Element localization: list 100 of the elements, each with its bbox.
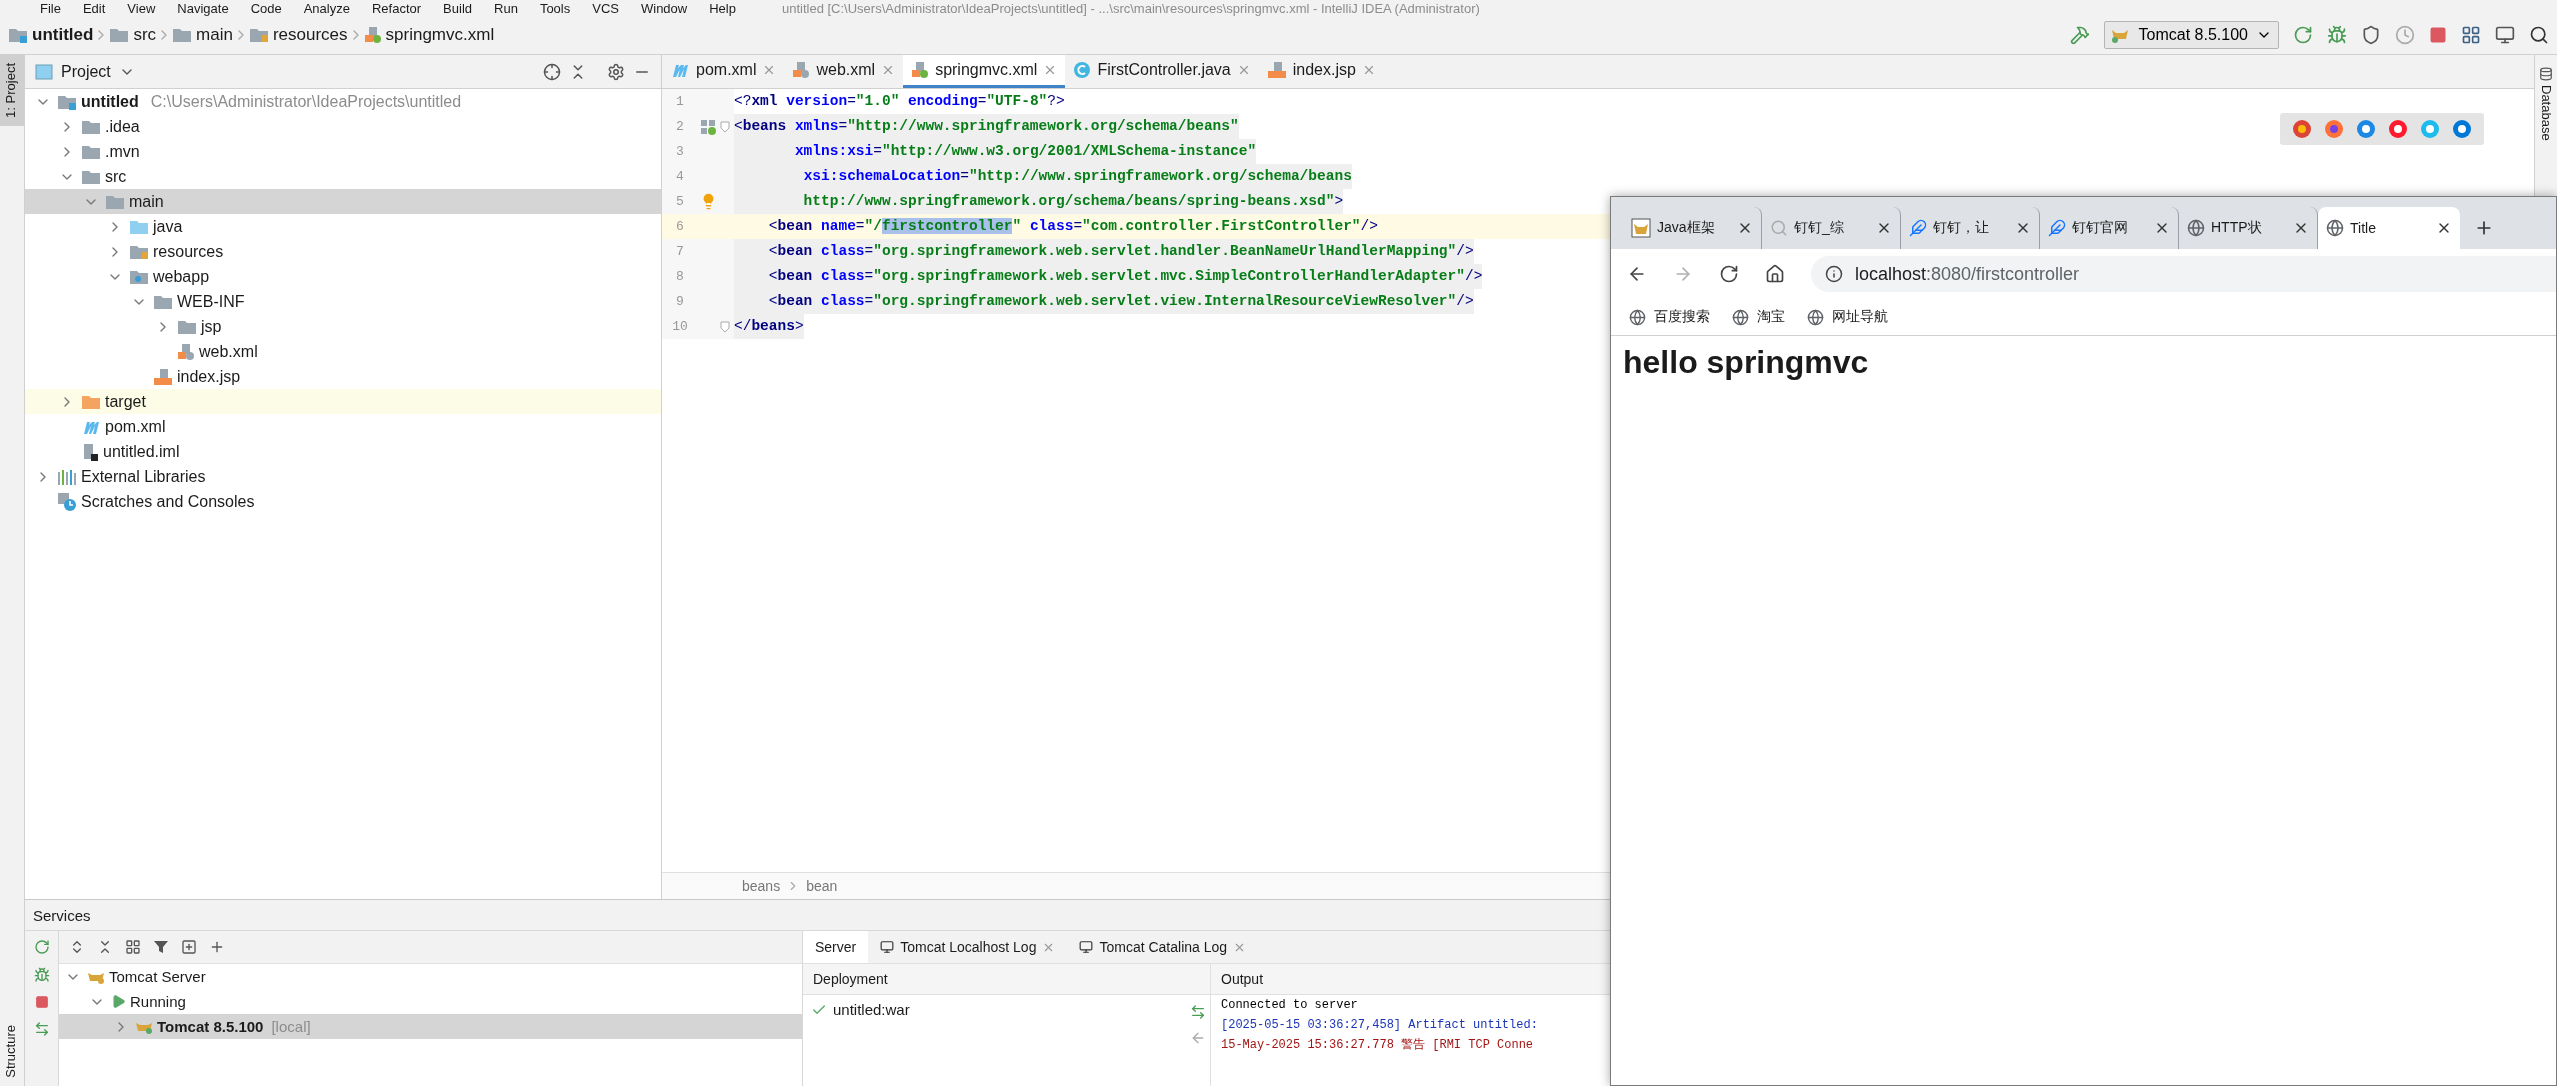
browser-icon[interactable] (2388, 119, 2408, 139)
tree-item[interactable]: pom.xml (25, 414, 661, 439)
log-line: 15-May-2025 15:36:27.778 警告 [RMI TCP Conne (1220, 1037, 1535, 1054)
deployment-item[interactable]: untitled:war (833, 1001, 910, 1018)
tree-item[interactable]: External Libraries (25, 464, 661, 489)
folder-icon (105, 193, 125, 210)
tree-item[interactable]: Running (59, 989, 802, 1014)
breadcrumb[interactable]: untitled (8, 25, 94, 45)
browser-tab[interactable]: 钉钉，让 (1901, 207, 2040, 249)
deploy-icon[interactable] (33, 1021, 50, 1037)
menu-item[interactable]: Tools (539, 0, 571, 16)
log-tab[interactable]: Tomcat Catalina Log (1067, 931, 1259, 963)
folder-icon (57, 93, 77, 110)
database-icon[interactable] (2539, 67, 2553, 81)
folder-icon (129, 243, 149, 260)
refresh-icon[interactable] (33, 939, 50, 955)
breadcrumb[interactable]: bean (806, 878, 838, 894)
menu-item[interactable]: Help (709, 0, 736, 16)
breadcrumb[interactable]: resources (248, 25, 348, 45)
browser-icon[interactable] (2452, 119, 2472, 139)
browser-icon[interactable] (2292, 119, 2312, 139)
browser-tab[interactable]: 钉钉官网 (2040, 207, 2179, 249)
window-icon[interactable] (2495, 25, 2515, 45)
tool-window-tab[interactable]: 1: Project (0, 55, 24, 126)
menu-item[interactable]: Refactor (371, 0, 422, 16)
breadcrumb[interactable]: src (109, 25, 157, 45)
tree-item[interactable]: Tomcat 8.5.100 [local] (59, 1014, 802, 1039)
hammer-icon[interactable] (2069, 25, 2090, 45)
breadcrumb[interactable]: beans (742, 878, 781, 894)
file-icon (177, 342, 195, 361)
panel-title[interactable]: Project (61, 62, 111, 81)
editor-tab[interactable]: FirstController.java (1065, 55, 1259, 88)
group-icon[interactable] (125, 939, 141, 955)
editor-tab[interactable]: pom.xml (662, 55, 785, 88)
menu-item[interactable]: Code (250, 0, 282, 16)
tree-item[interactable]: Tomcat Server (59, 964, 802, 989)
run-config-dropdown[interactable]: Tomcat 8.5.100 (2103, 21, 2279, 49)
filter-icon[interactable] (153, 939, 169, 955)
bug-icon[interactable] (33, 967, 50, 983)
bug-icon[interactable] (2327, 25, 2347, 45)
home-icon[interactable] (1765, 264, 1785, 284)
tree-item[interactable]: main (25, 189, 661, 214)
tool-window-tab[interactable]: Database (2538, 85, 2554, 141)
fold-icon[interactable] (720, 320, 730, 333)
browser-tab[interactable]: 钉钉_综 (1762, 207, 1901, 249)
address-bar[interactable]: localhost:8080/firstcontroller (1811, 256, 2556, 292)
tree-item[interactable]: resources (25, 239, 661, 264)
tree-item[interactable]: Scratches and Consoles (25, 489, 661, 514)
tree-item[interactable]: jsp (25, 314, 661, 339)
browser-icon[interactable] (2324, 119, 2344, 139)
file-icon (153, 367, 173, 386)
browser-tab[interactable]: Title (2318, 207, 2460, 249)
locate-icon[interactable] (543, 62, 561, 81)
file-icon (670, 62, 690, 78)
menu-item[interactable]: View (127, 0, 156, 16)
tree-item[interactable]: src (25, 164, 661, 189)
tree-item[interactable]: index.jsp (25, 364, 661, 389)
breadcrumb[interactable]: springmvc.xml (363, 25, 495, 45)
menu-item[interactable]: Navigate (177, 0, 229, 16)
browser-icon[interactable] (2356, 119, 2376, 139)
tree-item[interactable]: target (25, 389, 661, 414)
rerun-icon[interactable] (2293, 25, 2313, 45)
tree-item[interactable]: untitled C:\Users\Administrator\IdeaProjects\untitled (25, 89, 661, 114)
add-icon[interactable] (209, 939, 225, 955)
menu-item[interactable]: Build (443, 0, 472, 16)
tree-item[interactable]: .idea (25, 114, 661, 139)
stop-icon[interactable] (2429, 26, 2447, 44)
tool-window-tab[interactable]: Structure (0, 1017, 24, 1086)
browser-tab[interactable]: Java框架 (1623, 207, 1762, 249)
log-tab[interactable]: Server (803, 931, 869, 963)
deploy-icon[interactable] (1190, 1004, 1206, 1020)
bookmark[interactable]: 网址导航 (1807, 308, 1888, 326)
reload-icon[interactable] (1719, 264, 1739, 284)
menu-item[interactable]: Run (494, 0, 518, 16)
fold-icon[interactable] (720, 120, 730, 133)
tree-item[interactable]: web.xml (25, 339, 661, 364)
menu-item[interactable]: Window (640, 0, 688, 16)
stop-icon[interactable] (34, 995, 49, 1009)
menu-item[interactable]: Edit (82, 0, 106, 16)
bookmark[interactable]: 百度搜索 (1629, 308, 1710, 326)
new-tab-icon[interactable] (181, 939, 197, 955)
search-icon[interactable] (2529, 25, 2549, 45)
breadcrumb[interactable]: main (172, 25, 233, 45)
bookmark[interactable]: 淘宝 (1732, 308, 1785, 326)
editor-tab[interactable]: springmvc.xml (903, 55, 1066, 88)
tree-item[interactable]: WEB-INF (25, 289, 661, 314)
tree-item[interactable]: .mvn (25, 139, 661, 164)
shield-icon[interactable] (2361, 25, 2381, 45)
editor-tab[interactable]: index.jsp (1258, 55, 1384, 88)
tree-item[interactable]: untitled.iml (25, 439, 661, 464)
grid-icon[interactable] (2461, 25, 2481, 45)
editor-tab[interactable]: web.xml (784, 55, 904, 88)
tree-item[interactable]: java (25, 214, 661, 239)
tree-item[interactable]: webapp (25, 264, 661, 289)
menu-item[interactable]: File (40, 0, 61, 16)
settings-icon[interactable] (607, 62, 625, 81)
menu-item[interactable]: Analyze (303, 0, 350, 16)
log-tab[interactable]: Tomcat Localhost Log (868, 931, 1068, 963)
menu-item[interactable]: VCS (592, 0, 619, 16)
info-icon[interactable] (1825, 265, 1843, 283)
